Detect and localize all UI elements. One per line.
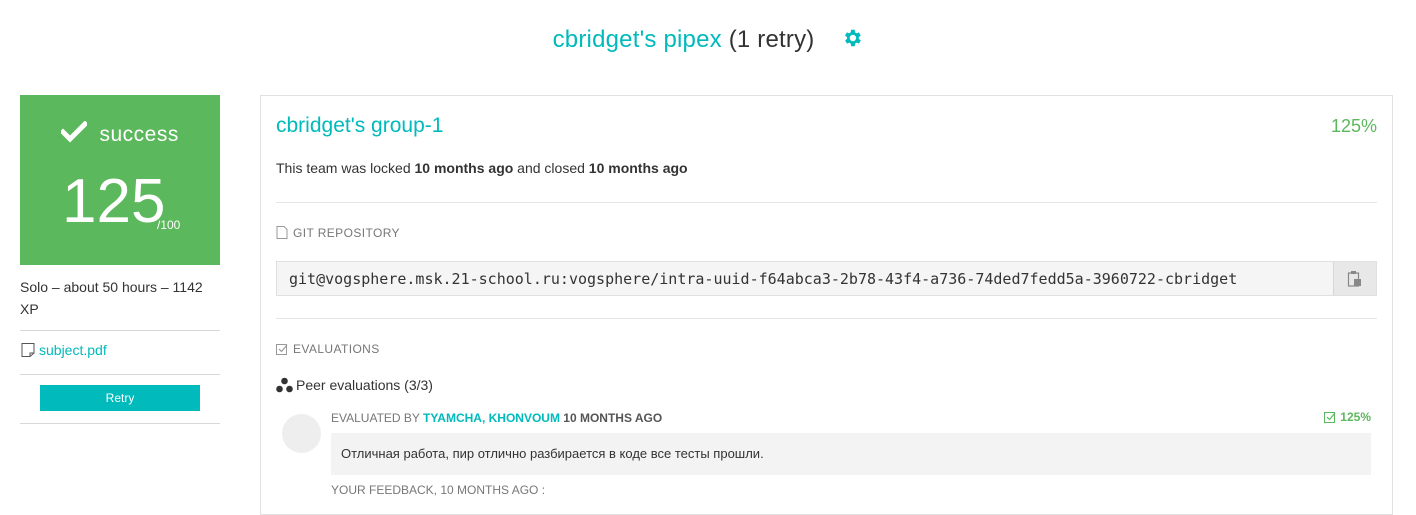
final-score: 125 [62,167,166,236]
lock-prefix: This team was locked [276,160,415,176]
peers-icon [276,377,293,393]
retry-count: (1 retry) [728,26,815,53]
file-icon [21,343,35,357]
subject-pdf-link[interactable]: subject.pdf [20,342,107,358]
checkbox-icon [276,344,288,355]
checkmark-icon [59,120,89,143]
team-lock-status: This team was locked 10 months ago and c… [276,160,688,176]
evaluations-label-text: EVALUATIONS [293,342,380,356]
git-section-label: GIT REPOSITORY [276,226,400,240]
evaluation-score: 125% [1324,410,1371,424]
evaluation-time: 10 MONTHS AGO [559,411,663,425]
avatar [282,414,321,453]
copy-button[interactable] [1333,262,1376,295]
team-score: 125% [1330,116,1377,136]
git-label-text: GIT REPOSITORY [293,226,400,240]
page-title: cbridget's pipex (1 retry) [0,26,1416,56]
closed-time: 10 months ago [588,160,688,176]
evaluator-names[interactable]: TYAMCHA, KHONVOUM [423,411,560,425]
divider [20,374,220,375]
locked-time: 10 months ago [414,160,514,176]
file-icon [276,226,288,239]
subject-link-label: subject.pdf [39,342,107,358]
divider [276,318,1377,319]
divider [276,202,1377,203]
peer-evaluations-text: Peer evaluations (3/3) [296,377,433,393]
clipboard-icon [1347,270,1361,287]
retry-button[interactable]: Retry [40,385,200,411]
status-text: success [99,123,179,146]
evaluation-header: EVALUATED BY TYAMCHA, KHONVOUM 10 MONTHS… [331,411,662,425]
project-title: cbridget's pipex [552,26,722,53]
divider [20,330,220,331]
evaluated-by-label: EVALUATED BY [331,411,424,425]
evaluations-section-label: EVALUATIONS [276,342,380,356]
checkbox-icon [1324,412,1336,423]
evaluation-score-value: 125% [1340,410,1371,424]
team-name: cbridget's group-1 [276,114,444,137]
git-url[interactable]: git@vogsphere.msk.21-school.ru:vogsphere… [289,270,1237,288]
peer-evaluations-title: Peer evaluations (3/3) [276,377,433,393]
gear-icon[interactable] [841,27,863,56]
divider [20,423,220,424]
feedback-label: YOUR FEEDBACK, 10 MONTHS AGO : [331,483,546,497]
max-score: /100 [157,218,181,232]
project-summary: Solo – about 50 hours – 1142 XP [20,279,203,317]
status-label: success [20,120,220,147]
final-mark-box: success 125 /100 [20,95,220,265]
git-repository-field[interactable]: git@vogsphere.msk.21-school.ru:vogsphere… [276,261,1377,296]
team-panel: cbridget's group-1 125% This team was lo… [260,95,1393,515]
evaluation-comment: Отличная работа, пир отлично разбирается… [331,433,1371,475]
lock-middle: and closed [513,160,589,176]
